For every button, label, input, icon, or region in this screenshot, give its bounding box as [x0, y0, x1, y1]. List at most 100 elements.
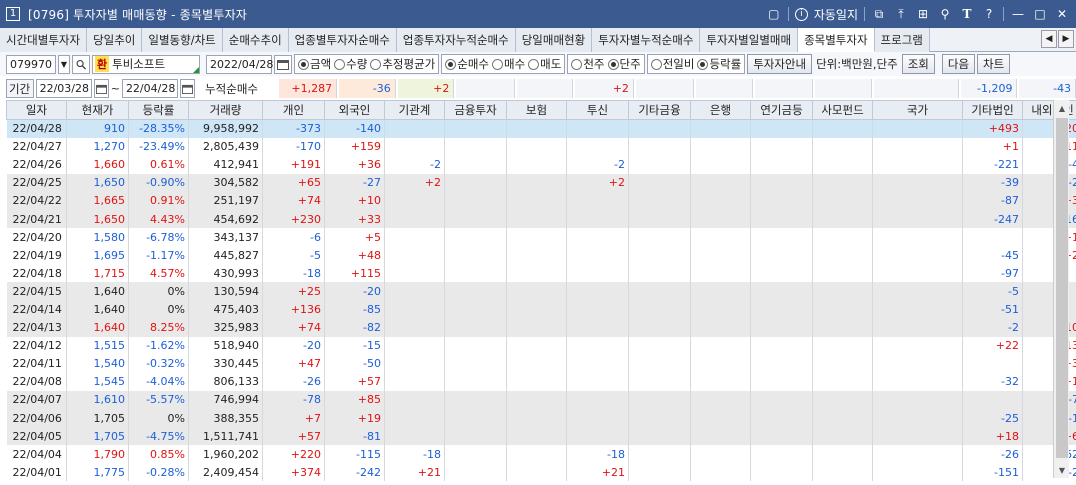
table-row[interactable]: 22/04/221,6650.91%251,197+74+10-87+3 [6, 191, 1076, 210]
window-link-icon[interactable]: ⧉ [871, 6, 887, 22]
scroll-down-icon[interactable]: ▼ [1054, 462, 1070, 478]
column-header[interactable]: 금융투자 [444, 100, 507, 120]
tab-item[interactable]: 당일추이 [87, 28, 143, 52]
table-row[interactable]: 22/04/081,545-4.04%806,133-26+57-32+1 [6, 372, 1076, 391]
arrange-icon[interactable]: ⊞ [915, 6, 931, 22]
table-cell [812, 427, 873, 446]
chart-button[interactable]: 차트 [977, 54, 1011, 74]
column-header[interactable]: 외국인 [324, 100, 385, 120]
column-header[interactable]: 기타금융 [628, 100, 691, 120]
column-header[interactable]: 거래량 [188, 100, 263, 120]
search-icon[interactable] [72, 54, 90, 74]
table-row[interactable]: 22/04/07 1,610 -5.57% 746,994 -78 +85 -7 [6, 390, 1076, 409]
tab-item[interactable]: 일별동향/차트 [142, 28, 223, 52]
table-row[interactable]: 22/04/271,270-23.49%2,805,439-170+159+1+… [6, 137, 1076, 156]
table-row[interactable]: 22/04/06 1,705 0% 388,355 +7 +19 -25 -1 [6, 409, 1076, 428]
memo-icon[interactable]: ▢ [766, 6, 782, 22]
tab-item[interactable]: 업종별투자자순매수 [288, 28, 397, 52]
column-header[interactable]: 일자 [6, 100, 67, 120]
sum-bank [696, 79, 753, 98]
vertical-scrollbar[interactable]: ▲ ▼ [1053, 100, 1069, 478]
column-header[interactable]: 보험 [506, 100, 567, 120]
radio-option[interactable]: 금액 [298, 56, 331, 72]
calendar-icon[interactable] [93, 79, 109, 98]
radio-option[interactable]: 추정평균가 [370, 56, 435, 72]
tab-item[interactable]: 프로그램 [874, 28, 930, 52]
table-cell [384, 191, 445, 210]
tab-item[interactable]: 투자자별일별매매 [700, 28, 799, 52]
table-cell: 1,960,202 [188, 445, 263, 464]
maximize-icon[interactable]: □ [1032, 6, 1048, 22]
radio-option[interactable]: 매도 [528, 56, 561, 72]
column-header[interactable]: 국가 [872, 100, 963, 120]
table-row[interactable]: 22/04/211,6504.43%454,692+230+33-247-16 [6, 209, 1076, 229]
tab-item[interactable]: 종목별투자자 [798, 28, 875, 52]
tab-item[interactable]: 순매수추이 [222, 28, 289, 52]
info-icon[interactable]: i [794, 7, 808, 21]
column-header[interactable]: 기타법인 [962, 100, 1023, 120]
table-cell [566, 390, 629, 409]
pin-top-icon[interactable]: ⤒ [893, 6, 909, 22]
tab-scroll-right-icon[interactable]: ▶ [1058, 30, 1074, 48]
font-size-icon[interactable]: T [959, 6, 975, 22]
table-row[interactable]: 22/04/15 1,640 0% 130,594 +25 -20 -5 [6, 282, 1076, 301]
table-row[interactable]: 22/04/28910-28.35%9,958,992-373-140+493+… [6, 119, 1076, 138]
table-row[interactable]: 22/04/14 1,640 0% 475,403 +136 -85 -51 [6, 300, 1076, 319]
column-header[interactable]: 연기금등 [750, 100, 813, 120]
tab-item[interactable]: 당일매매현황 [515, 28, 593, 52]
auto-journal-button[interactable]: 자동일지 [814, 6, 858, 23]
table-cell: 9,958,992 [188, 119, 263, 138]
table-row[interactable]: 22/04/04 1,790 0.85% 1,960,202 +220 -115 -18 -1… [6, 445, 1076, 464]
search-button[interactable]: 조회 [901, 54, 935, 74]
table-cell [628, 445, 691, 464]
radio-option[interactable]: 전일비 [650, 56, 694, 72]
period-from-input[interactable]: 22/03/28 [35, 79, 92, 98]
table-row[interactable]: 22/04/18 1,715 4.57% 430,993 -18 +115 -97 [6, 264, 1076, 283]
table-row[interactable]: 22/04/111,540-0.32%330,445+47-50+3 [6, 354, 1076, 373]
table-row[interactable]: 22/04/201,580-6.78%343,137-6+5+1 [6, 228, 1076, 247]
column-header[interactable]: 개인 [262, 100, 325, 120]
table-row[interactable]: 22/04/191,695-1.17%445,827-5+48-45+2 [6, 246, 1076, 265]
scroll-up-icon[interactable]: ▲ [1054, 100, 1070, 116]
column-header[interactable]: 사모펀드 [812, 100, 873, 120]
table-row[interactable]: 22/04/131,6408.25%325,983+74-82-2+10 [6, 318, 1076, 337]
table-row[interactable]: 22/04/25 1,650 -0.90% 304,582 +65 -27 +2 +2 -39-… [6, 173, 1076, 192]
tab-item[interactable]: 투자자별누적순매수 [592, 28, 701, 52]
radio-option[interactable]: 순매수 [445, 56, 489, 72]
pin-icon[interactable]: ⚲ [937, 6, 953, 22]
column-header[interactable]: 투신 [566, 100, 629, 120]
calendar-icon[interactable] [274, 54, 292, 74]
radio-option[interactable]: 천주 [571, 56, 605, 72]
tab-item[interactable]: 업종투자자누적순매수 [396, 28, 516, 52]
stock-name-field[interactable]: 환 투비소프트 [92, 54, 200, 74]
scroll-thumb[interactable] [1056, 118, 1068, 458]
calendar-icon[interactable] [179, 79, 196, 98]
tab-item[interactable]: 시간대별투자자 [0, 28, 88, 52]
radio-option[interactable]: 단주 [607, 56, 641, 72]
minimize-icon[interactable]: — [1010, 6, 1026, 22]
title-separator [864, 7, 865, 21]
table-row[interactable]: 22/04/051,705-4.75%1,511,741+57-81+18+6 [6, 427, 1076, 446]
sum-insurance [516, 79, 574, 98]
tab-scroll-left-icon[interactable]: ◀ [1041, 30, 1057, 48]
table-cell [962, 354, 1023, 373]
stock-code-dropdown-icon[interactable]: ▼ [58, 54, 70, 74]
radio-option[interactable]: 매수 [492, 56, 525, 72]
radio-option[interactable]: 수량 [334, 56, 367, 72]
table-cell: 0.61% [128, 155, 189, 174]
close-icon[interactable]: ✕ [1054, 6, 1070, 22]
radio-option[interactable]: 등락률 [697, 56, 741, 72]
column-header[interactable]: 등락률 [128, 100, 189, 120]
period-to-input[interactable]: 22/04/28 [121, 79, 178, 98]
column-header[interactable]: 기관계 [384, 100, 445, 120]
date-input[interactable]: 2022/04/28 [206, 54, 273, 74]
help-icon[interactable]: ? [981, 6, 997, 22]
table-row[interactable]: 22/04/01 1,775 -0.28% 2,409,454 +374 -242 +21 +… [6, 463, 1076, 482]
stock-code-input[interactable]: 079970 [6, 54, 56, 74]
column-header[interactable]: 은행 [690, 100, 751, 120]
table-row[interactable]: 22/04/121,515-1.62%518,940-20-15+22+13 [6, 336, 1076, 355]
next-button[interactable]: 다음 [941, 54, 976, 74]
column-header[interactable]: 현재가 [66, 100, 129, 120]
table-row[interactable]: 22/04/26 1,660 0.61% 412,941 +191 +36 -2 -2 -221… [6, 155, 1076, 174]
investor-info-button[interactable]: 투자자안내 [747, 54, 813, 74]
